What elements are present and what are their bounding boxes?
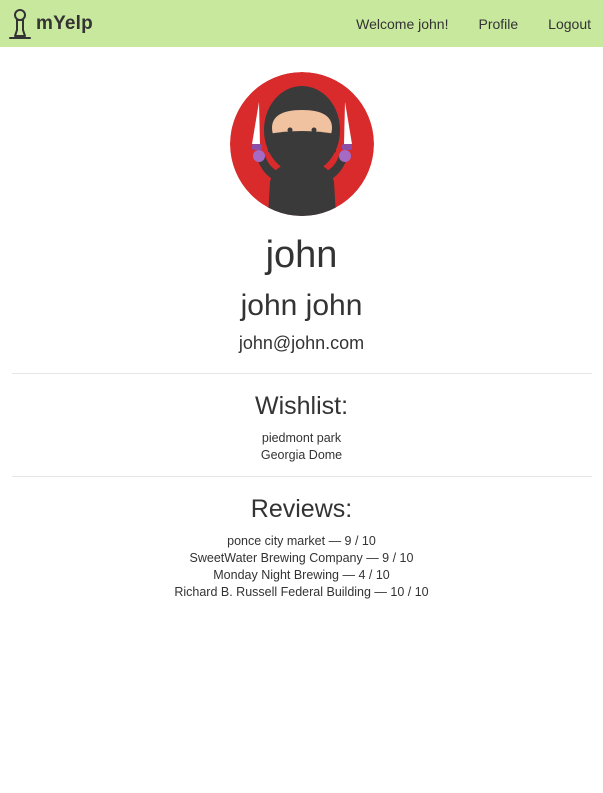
divider <box>11 373 592 374</box>
nav-links: Welcome john! Profile Logout <box>356 16 591 32</box>
brand-name: mYelp <box>36 12 93 34</box>
person-pin-icon <box>9 8 31 39</box>
reviews-title: Reviews: <box>250 495 353 523</box>
logout-link[interactable]: Logout <box>548 16 591 32</box>
welcome-link[interactable]: Welcome john! <box>356 16 448 32</box>
navbar: mYelp Welcome john! Profile Logout <box>0 0 603 47</box>
wishlist-title: Wishlist: <box>254 392 349 420</box>
brand-link[interactable]: mYelp <box>8 8 93 40</box>
profile-link[interactable]: Profile <box>478 16 518 32</box>
review-item: Monday Night Brewing — 4 / 10 <box>213 568 390 582</box>
review-item: SweetWater Brewing Company — 9 / 10 <box>189 551 414 565</box>
review-item: Richard B. Russell Federal Building — 10… <box>174 585 429 599</box>
profile-email: john@john.com <box>238 333 365 353</box>
wishlist-list: piedmont park Georgia Dome <box>261 430 342 464</box>
reviews-list: ponce city market — 9 / 10 SweetWater Br… <box>174 533 428 601</box>
profile-full-name: john john <box>240 289 363 322</box>
review-item: ponce city market — 9 / 10 <box>227 534 376 548</box>
wishlist-item: piedmont park <box>261 431 342 445</box>
wishlist-item: Georgia Dome <box>260 448 343 462</box>
profile-main: john john john john@john.com Wishlist: p… <box>0 47 603 601</box>
profile-username: john <box>265 234 338 276</box>
ninja-avatar-icon <box>229 72 374 216</box>
divider <box>11 476 592 477</box>
